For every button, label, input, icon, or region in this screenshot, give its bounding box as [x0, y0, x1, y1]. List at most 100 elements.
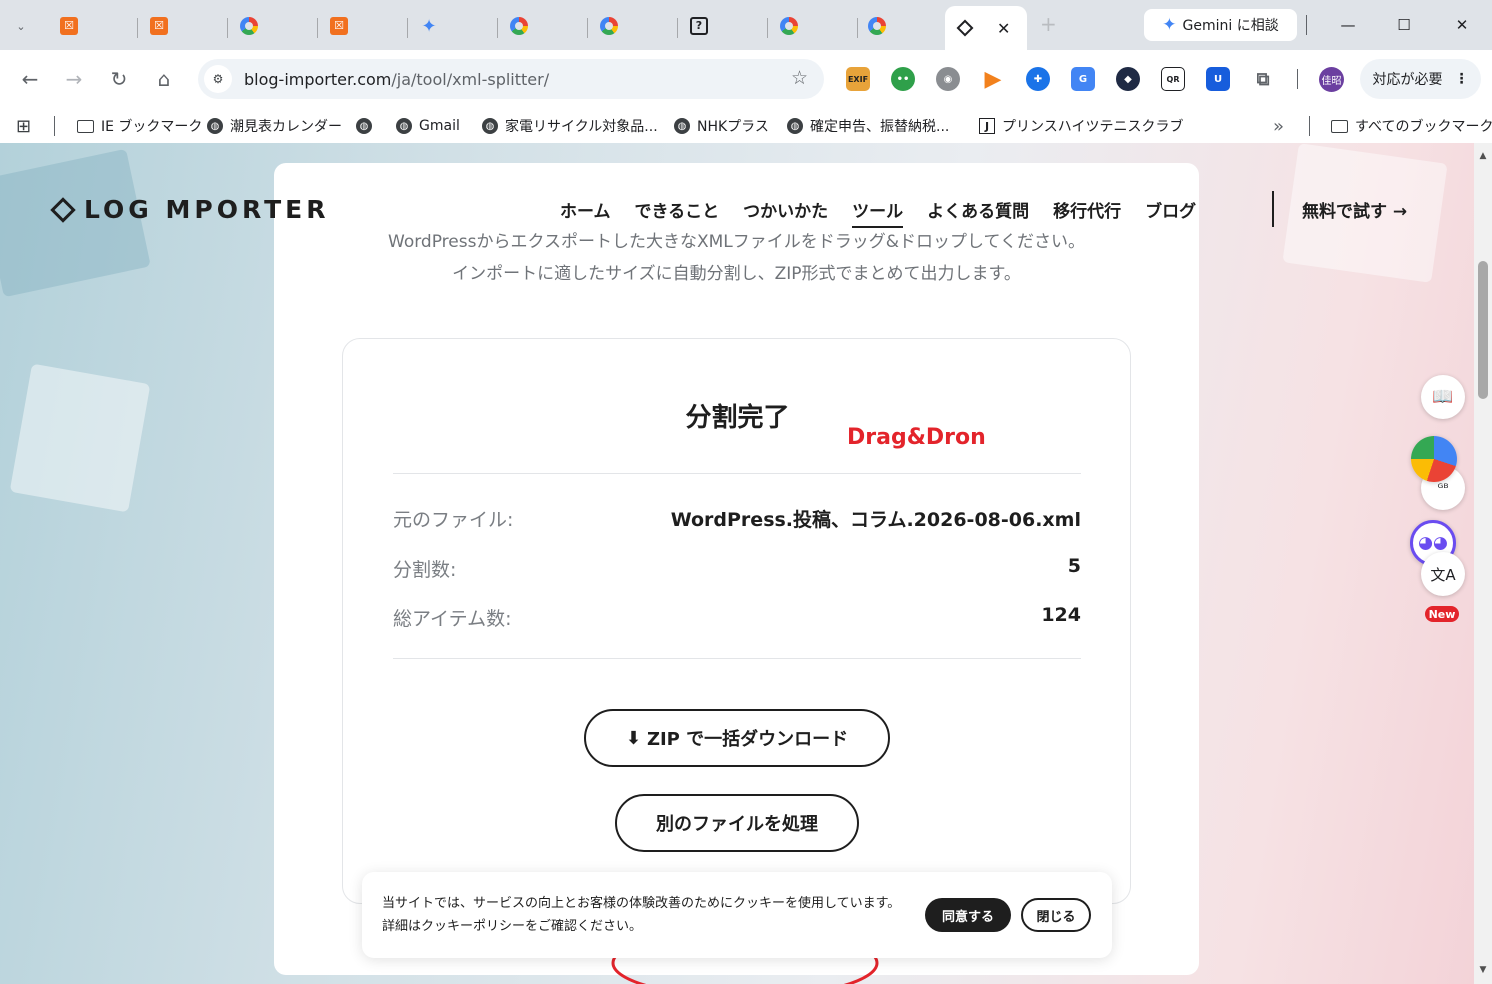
tab-search-chevron-icon[interactable]: ⌄ [6, 12, 36, 40]
browser-toolbar: ← → ↻ ⌂ ⚙ blog-importer.com/ja/tool/xml-… [0, 50, 1492, 108]
minimize-icon[interactable]: — [1320, 0, 1376, 50]
google-icon [600, 17, 618, 35]
bookmark-tide-calendar[interactable]: ◍ 潮見表カレンダー [207, 115, 342, 137]
window-close-icon[interactable]: ✕ [1434, 0, 1490, 50]
bookmark-tax-return[interactable]: ◍ 確定申告、振替納税... [787, 115, 949, 137]
nav-migration-service[interactable]: 移行代行 [1053, 197, 1121, 222]
globe-icon: ◍ [396, 118, 412, 134]
translate-extension-icon[interactable]: G [1071, 67, 1095, 91]
assistant-avatar-icon[interactable] [1411, 436, 1457, 482]
home-icon[interactable]: ⌂ [148, 63, 180, 95]
scroll-up-icon[interactable]: ▲ [1474, 151, 1492, 161]
result-title: 分割完了 [685, 403, 790, 433]
tab-9[interactable] [768, 6, 858, 46]
active-tab[interactable]: ✕ [945, 6, 1027, 50]
split-result-panel: 分割完了 Drag&Dron 元のファイル: WordPress.投稿、コラム.2… [342, 338, 1131, 904]
rss-extension-icon[interactable]: ◉ [936, 67, 960, 91]
google-icon [240, 17, 258, 35]
scroll-thumb[interactable] [1478, 261, 1488, 399]
chat-extension-icon[interactable]: •• [891, 67, 915, 91]
row-source-file: 元のファイル: WordPress.投稿、コラム.2026-08-06.xml [393, 509, 1081, 531]
attention-button[interactable]: 対応が必要 ⋮ [1360, 59, 1481, 99]
forward-icon[interactable]: → [58, 63, 90, 95]
row-total-items: 総アイテム数: 124 [393, 604, 1081, 630]
all-bookmarks-folder[interactable]: すべてのブックマーク [1331, 115, 1492, 137]
gemini-button-label: Gemini に相談 [1182, 18, 1279, 34]
tab-strip: ⌄ ☒ ☒ ☒ ✦ ? ✕ + ✦ Gemini に相談 — ☐ ✕ [0, 0, 1492, 50]
nav-home[interactable]: ホーム [560, 197, 611, 222]
reload-icon[interactable]: ↻ [103, 63, 135, 95]
translate-icon[interactable]: 文A [1421, 552, 1465, 596]
process-another-file-button[interactable]: 別のファイルを処理 [615, 794, 859, 852]
site-logo[interactable]: LOG MPORTER [50, 195, 330, 224]
bookmark-nhk-plus[interactable]: ◍ NHKプラス [674, 115, 769, 137]
try-free-link[interactable]: 無料で試す → [1302, 197, 1407, 222]
cookie-agree-button[interactable]: 同意する [925, 898, 1011, 932]
nav-how-to[interactable]: つかいかた [743, 197, 828, 222]
blog-importer-icon [956, 19, 974, 37]
play-extension-icon[interactable]: ▶ [981, 67, 1005, 92]
bookmark-untitled[interactable]: ◍ [356, 115, 372, 137]
gemini-button[interactable]: ✦ Gemini に相談 [1144, 9, 1297, 41]
tab-2[interactable]: ☒ [138, 6, 228, 46]
close-tab-icon[interactable]: ✕ [997, 19, 1010, 38]
reading-mode-icon[interactable]: 📖 [1421, 375, 1465, 419]
tab-5[interactable]: ✦ [408, 6, 498, 46]
bitwarden-extension-icon[interactable]: U [1206, 67, 1230, 91]
new-badge: New [1425, 606, 1459, 622]
attention-button-label: 対応が必要 [1372, 72, 1443, 88]
globe-icon: ◍ [482, 118, 498, 134]
address-bar[interactable]: ⚙ blog-importer.com/ja/tool/xml-splitter… [198, 59, 824, 99]
zip-download-button[interactable]: ⬇ ZIP で一括ダウンロード [584, 709, 890, 767]
tab-4[interactable]: ☒ [318, 6, 408, 46]
web-page: LOG MPORTER ホーム できること つかいかた ツール よくある質問 移… [0, 143, 1474, 984]
scroll-down-icon[interactable]: ▼ [1474, 965, 1492, 975]
tab-1[interactable]: ☒ [48, 6, 138, 46]
tab-10[interactable] [856, 6, 946, 46]
cookie-text: 当サイトでは、サービスの向上とお客様の体験改善のためにクッキーを使用しています。… [382, 896, 901, 934]
back-icon[interactable]: ← [14, 63, 46, 95]
tool-description-line2: インポートに適したサイズに自動分割し、ZIP形式でまとめて出力します。 [452, 264, 1021, 284]
global-nav: ホーム できること つかいかた ツール よくある質問 移行代行 ブログ [560, 197, 1196, 228]
qr-extension-icon[interactable]: QR [1161, 67, 1185, 91]
bookmark-star-icon[interactable]: ☆ [791, 67, 808, 89]
xampp-icon: ☒ [60, 17, 78, 35]
bookmark-gmail[interactable]: ◍ Gmail [396, 115, 460, 137]
question-icon: ? [690, 17, 708, 35]
profile-avatar[interactable]: 佳昭 [1319, 67, 1344, 92]
exif-extension-icon[interactable]: EXIF [846, 67, 870, 91]
google-icon [868, 17, 886, 35]
nav-blog[interactable]: ブログ [1145, 197, 1196, 222]
cookie-close-button[interactable]: 閉じる [1021, 898, 1091, 932]
globe-icon: ◍ [207, 118, 223, 134]
bookmarks-overflow-icon[interactable]: » [1273, 115, 1284, 137]
new-tab-icon[interactable]: + [1040, 12, 1057, 36]
folder-icon [77, 119, 94, 133]
bookmark-ie-folder[interactable]: IE ブックマーク [77, 115, 202, 137]
logo-text: LOG MPORTER [84, 195, 330, 224]
nav-features[interactable]: できること [635, 197, 720, 222]
rocket-extension-icon[interactable]: ◆ [1116, 67, 1140, 91]
j-icon: J [979, 118, 995, 134]
tab-8[interactable]: ? [678, 6, 768, 46]
page-scrollbar[interactable]: ▲ ▼ [1474, 143, 1492, 984]
nav-tools[interactable]: ツール [852, 197, 904, 228]
plus-extension-icon[interactable]: ✚ [1026, 67, 1050, 91]
apps-grid-icon[interactable]: ⊞ [16, 115, 31, 137]
gemini-icon: ✦ [421, 15, 437, 37]
gemini-icon: ✦ [1162, 15, 1177, 35]
bookmark-tennis-club[interactable]: J プリンスハイツテニスクラブ [979, 115, 1183, 137]
nav-faq[interactable]: よくある質問 [927, 197, 1029, 222]
maximize-icon[interactable]: ☐ [1376, 0, 1432, 50]
globe-icon: ◍ [674, 118, 690, 134]
tool-description-line1: WordPressからエクスポートした大きなXMLファイルをドラッグ&ドロップし… [388, 232, 1085, 252]
bookmark-appliance-recycling[interactable]: ◍ 家電リサイクル対象品... [482, 115, 658, 137]
site-info-icon[interactable]: ⚙ [204, 65, 232, 93]
xampp-icon: ☒ [150, 17, 168, 35]
extensions-puzzle-icon[interactable]: ⧉ [1251, 67, 1275, 91]
tab-3[interactable] [228, 6, 318, 46]
tab-7[interactable] [588, 6, 678, 46]
tab-6[interactable] [498, 6, 588, 46]
globe-icon: ◍ [787, 118, 803, 134]
row-split-count: 分割数: 5 [393, 555, 1081, 581]
